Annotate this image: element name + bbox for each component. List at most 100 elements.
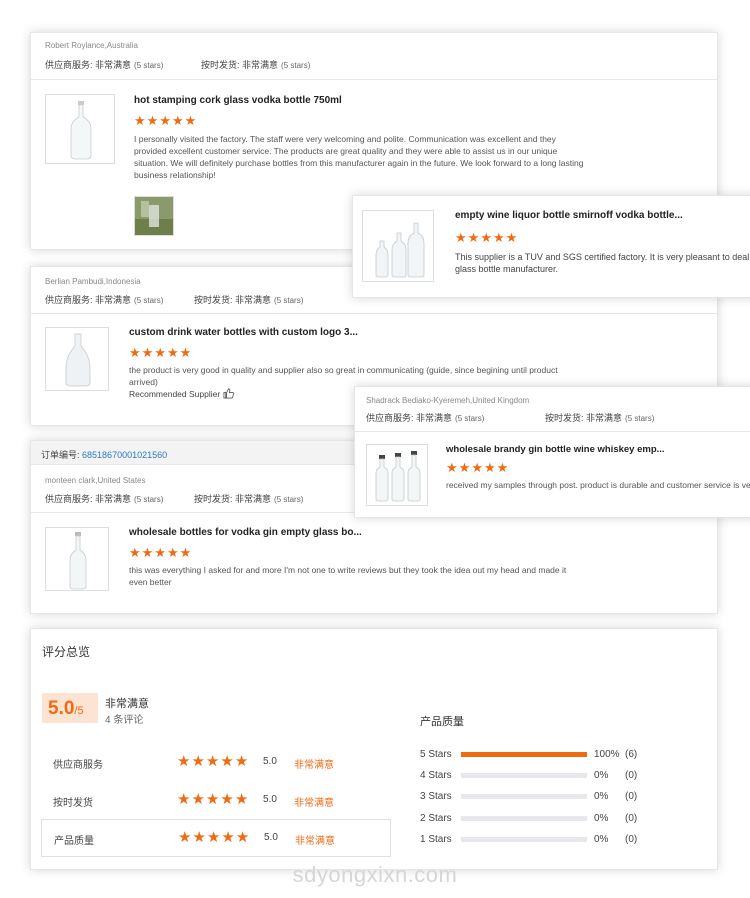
product-title[interactable]: wholesale brandy gin bottle wine whiskey… (446, 444, 665, 455)
product-thumbnail[interactable] (366, 444, 428, 506)
distribution-bar (461, 752, 587, 757)
distribution-count: (0) (625, 791, 638, 803)
quality-title: 产品质量 (420, 716, 464, 728)
review-text: the product is very good in quality and … (129, 365, 558, 387)
review-photo[interactable] (134, 196, 174, 236)
star-distribution: 5 Stars 100% (6) 4 Stars 0% (0) 3 Stars 0% (0) 2 … (420, 743, 660, 853)
star-icon: ★ (154, 345, 166, 360)
reviewer-name: Berlian Pambudi,Indonesia (45, 277, 141, 286)
distribution-label: 1 Stars (420, 833, 452, 845)
star-icon: ★ (220, 753, 234, 770)
star-icon: ★ (179, 545, 192, 560)
service-rating: 供应商服务: 非常满意 (5 stars) (45, 60, 164, 70)
star-icon: ★ (141, 345, 154, 360)
overall-score-badge: 5.0/5 (42, 693, 98, 723)
review-card-2: empty wine liquor bottle smirnoff vodka … (352, 195, 750, 298)
recommended-badge: Recommended Supplier (129, 388, 234, 400)
star-icon: ★ (184, 113, 197, 128)
divider (355, 431, 750, 432)
star-icon: ★ (220, 791, 234, 808)
distribution-label: 2 Stars (420, 812, 452, 824)
reviewer-name: Robert Roylance,Australia (45, 41, 138, 50)
service-rating: 供应商服务: 非常满意 (5 stars) (45, 295, 164, 305)
rating-stars: ★ ★ ★ ★ ★ (446, 461, 508, 474)
star-icon: ★ (458, 460, 471, 475)
score-row-quality[interactable]: 产品质量 ★ ★ ★ ★ ★ 5.0 非常满意 (41, 819, 391, 857)
product-title[interactable]: custom drink water bottles with custom l… (129, 327, 358, 338)
distribution-percent: 0% (594, 833, 609, 845)
star-icon: ★ (492, 230, 505, 245)
thumbs-up-icon (223, 388, 234, 399)
star-icon: ★ (234, 753, 249, 770)
star-icon: ★ (191, 753, 205, 770)
star-icon: ★ (455, 230, 467, 245)
product-thumbnail[interactable] (45, 327, 109, 391)
review-text: I personally visited the factory. The st… (134, 134, 584, 180)
distribution-count: (0) (625, 812, 638, 824)
shipping-rating: 按时发货: 非常满意 (5 stars) (545, 413, 655, 423)
distribution-label: 4 Stars (420, 770, 452, 782)
reviewer-name: monteen clark,United States (45, 476, 146, 485)
star-icon: ★ (154, 545, 166, 560)
distribution-label: 3 Stars (420, 791, 452, 803)
star-icon: ★ (166, 545, 179, 560)
star-icon: ★ (235, 829, 250, 846)
star-icon: ★ (178, 829, 192, 846)
distribution-bar (461, 815, 587, 821)
distribution-count: (0) (625, 770, 638, 782)
star-icon: ★ (467, 230, 480, 245)
star-icon: ★ (166, 345, 179, 360)
distribution-percent: 0% (594, 791, 609, 803)
distribution-fill (461, 752, 587, 757)
reviewer-name: Shadrack Bediako-Kyeremeh,United Kingdom (366, 396, 530, 405)
distribution-bar (461, 773, 587, 779)
review-text: This supplier is a TUV and SGS certified… (455, 252, 750, 274)
shipping-rating: 按时发货: 非常满意 (5 stars) (194, 494, 304, 504)
star-icon: ★ (146, 113, 159, 128)
star-icon: ★ (471, 460, 483, 475)
product-title[interactable]: wholesale bottles for vodka gin empty gl… (129, 527, 362, 538)
star-icon: ★ (129, 345, 141, 360)
distribution-percent: 0% (594, 770, 609, 782)
star-icon: ★ (483, 460, 496, 475)
shipping-rating: 按时发货: 非常满意 (5 stars) (201, 60, 311, 70)
service-rating: 供应商服务: 非常满意 (5 stars) (45, 494, 164, 504)
star-icon: ★ (192, 829, 206, 846)
review-text: received my samples through post. produc… (446, 480, 750, 490)
star-icon: ★ (205, 791, 220, 808)
star-icon: ★ (480, 230, 492, 245)
divider (31, 79, 717, 80)
rating-stars: ★ ★ ★ ★ ★ (177, 754, 248, 769)
product-title[interactable]: empty wine liquor bottle smirnoff vodka … (455, 210, 683, 221)
star-icon: ★ (177, 791, 191, 808)
rating-stars: ★ ★ ★ ★ ★ (455, 231, 517, 244)
distribution-count: (0) (625, 833, 638, 845)
distribution-percent: 100% (594, 749, 620, 760)
star-icon: ★ (505, 230, 518, 245)
star-icon: ★ (191, 791, 205, 808)
star-icon: ★ (205, 753, 220, 770)
star-icon: ★ (206, 829, 221, 846)
distribution-label: 5 Stars (420, 749, 452, 760)
review-count: 4 条评论 (105, 715, 144, 726)
distribution-bar (461, 794, 587, 800)
order-number-link[interactable]: 68518670001021560 (82, 450, 167, 460)
star-icon: ★ (446, 460, 458, 475)
product-thumbnail[interactable] (362, 210, 434, 282)
star-icon: ★ (129, 545, 141, 560)
star-icon: ★ (134, 113, 146, 128)
rating-summary-card: 评分总览 5.0/5 非常满意 4 条评论 供应商服务 ★ ★ ★ ★ ★ 5.0 非常… (30, 628, 718, 870)
distribution-bar (461, 836, 587, 842)
rating-stars: ★ ★ ★ ★ ★ (129, 546, 191, 559)
rating-stars: ★ ★ ★ ★ ★ (178, 830, 249, 845)
product-title[interactable]: hot stamping cork glass vodka bottle 750… (134, 95, 342, 106)
star-icon: ★ (177, 753, 191, 770)
divider (31, 313, 717, 314)
distribution-row: 1 Stars 0% (0) (420, 828, 660, 858)
product-thumbnail[interactable] (45, 94, 115, 164)
review-card-4: Shadrack Bediako-Kyeremeh,United Kingdom… (354, 386, 750, 518)
star-icon: ★ (171, 113, 184, 128)
star-icon: ★ (234, 791, 249, 808)
distribution-percent: 0% (594, 812, 609, 824)
product-thumbnail[interactable] (45, 527, 109, 591)
